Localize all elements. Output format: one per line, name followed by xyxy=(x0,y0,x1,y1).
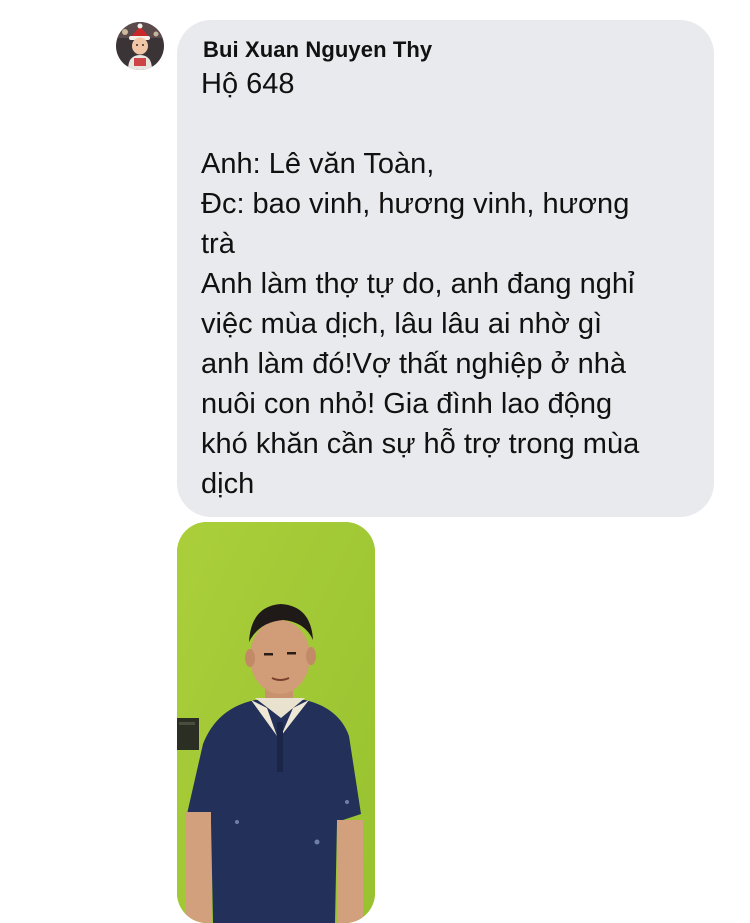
message-line: dịch xyxy=(201,468,255,500)
message-body: Hộ 648 Anh: Lê văn Toàn, Đc: bao vinh, h… xyxy=(201,64,690,504)
message-line: nuôi con nhỏ! Gia đình lao động xyxy=(201,388,613,420)
sender-avatar[interactable] xyxy=(116,22,164,70)
message-line: trà xyxy=(201,228,235,260)
message-line: Anh làm thợ tự do, anh đang nghỉ xyxy=(201,268,635,300)
message-line: Anh: Lê văn Toàn, xyxy=(201,148,435,180)
message-line: việc mùa dịch, lâu lâu ai nhờ gì xyxy=(201,308,603,340)
message-line: Đc: bao vinh, hương vinh, hương xyxy=(201,188,630,220)
chat-thread: Bui Xuan Nguyen Thy Hộ 648 Anh: Lê văn T… xyxy=(0,0,750,923)
message-line: khó khăn cần sự hỗ trợ trong mùa xyxy=(201,428,640,460)
message-line: anh làm đó!Vợ thất nghiệp ở nhà xyxy=(201,348,626,380)
sender-name: Bui Xuan Nguyen Thy xyxy=(203,37,433,62)
avatar-image xyxy=(116,22,164,70)
message-line xyxy=(201,104,690,144)
photo-attachment[interactable] xyxy=(177,522,375,923)
message-line: Hộ 648 xyxy=(201,68,295,100)
message-bubble[interactable]: Bui Xuan Nguyen Thy Hộ 648 Anh: Lê văn T… xyxy=(177,20,714,517)
man-photo-image xyxy=(177,522,375,923)
